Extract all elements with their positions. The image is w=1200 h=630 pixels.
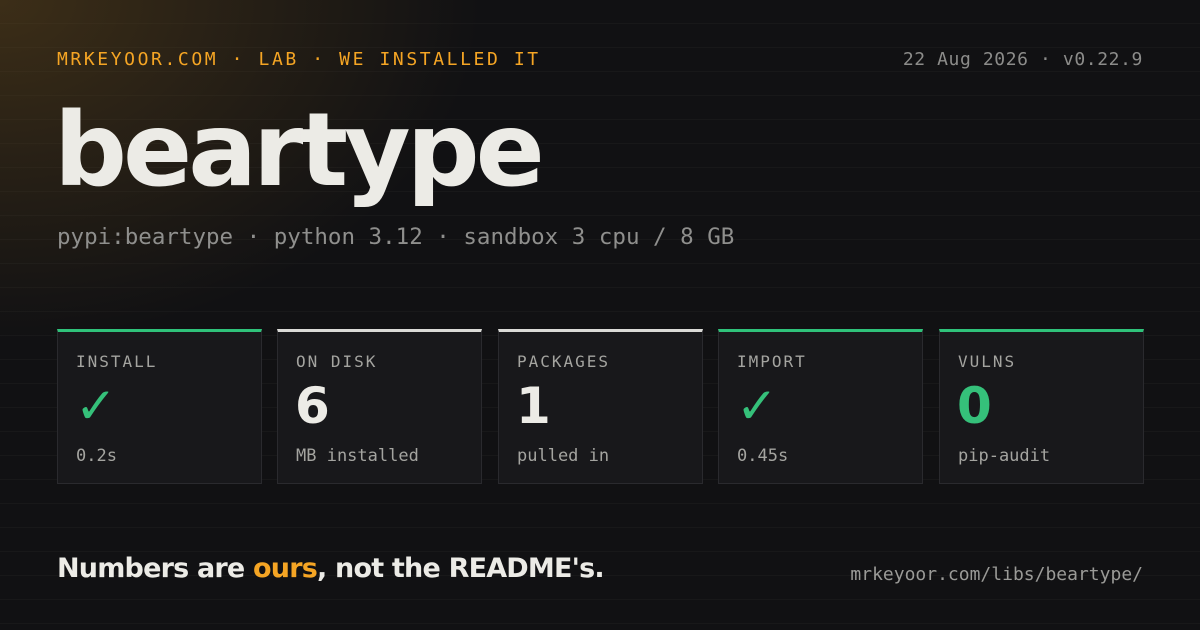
tagline: Numbers are ours, not the README's. bbox=[57, 553, 605, 584]
tagline-after: , not the README's. bbox=[317, 553, 605, 584]
card-vulns: VULNS 0 pip-audit bbox=[939, 329, 1144, 484]
card-value: 6 bbox=[295, 377, 330, 435]
check-icon: ✓ bbox=[75, 377, 117, 435]
tagline-before: Numbers are bbox=[57, 553, 254, 584]
stats-cards: INSTALL ✓ 0.2s ON DISK 6 MB installed PA… bbox=[57, 329, 1144, 484]
card-on-disk: ON DISK 6 MB installed bbox=[277, 329, 482, 484]
card-label: IMPORT bbox=[737, 352, 807, 371]
check-icon: ✓ bbox=[736, 377, 778, 435]
card-import: IMPORT ✓ 0.45s bbox=[718, 329, 923, 484]
card-note: 0.2s bbox=[76, 446, 117, 466]
card-label: PACKAGES bbox=[517, 352, 611, 371]
card-label: VULNS bbox=[958, 352, 1017, 371]
card-packages: PACKAGES 1 pulled in bbox=[498, 329, 703, 484]
card-label: ON DISK bbox=[296, 352, 378, 371]
card-note: 0.45s bbox=[737, 446, 789, 466]
card-label: INSTALL bbox=[76, 352, 158, 371]
tagline-highlight: ours bbox=[253, 553, 318, 584]
card-note: pip-audit bbox=[958, 446, 1051, 466]
package-title: beartype bbox=[54, 91, 545, 210]
card-value: 0 bbox=[957, 377, 992, 435]
site-kicker: MRKEYOOR.COM · LAB · WE INSTALLED IT bbox=[57, 49, 541, 70]
card-note: pulled in bbox=[517, 446, 610, 466]
date-version: 22 Aug 2026 · v0.22.9 bbox=[902, 49, 1143, 70]
card-install: INSTALL ✓ 0.2s bbox=[57, 329, 262, 484]
card-note: MB installed bbox=[296, 446, 419, 466]
package-subtitle: pypi:beartype · python 3.12 · sandbox 3 … bbox=[57, 224, 735, 250]
footer-url: mrkeyoor.com/libs/beartype/ bbox=[850, 564, 1143, 585]
card-value: 1 bbox=[516, 377, 551, 435]
